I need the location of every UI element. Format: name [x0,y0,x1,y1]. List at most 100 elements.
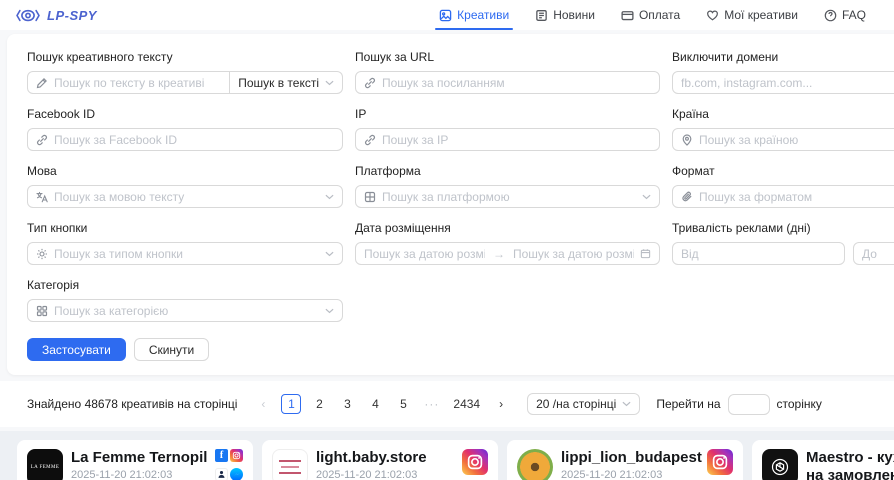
field-label: Facebook ID [27,107,343,121]
filter-date-range: Дата розміщення → [355,221,660,265]
goto-page: Перейти на сторінку [656,394,822,415]
filters-panel: Пошук креативного тексту Пошук в тексті … [7,34,894,375]
field-label: Країна [672,107,894,121]
country-search-input[interactable] [699,133,894,147]
duration-to-input[interactable] [862,247,894,261]
goto-page-input[interactable] [728,394,770,415]
creative-title: light.baby.store [316,449,454,467]
page-button-1[interactable]: 1 [281,394,301,414]
duration-from-input[interactable] [681,247,836,261]
format-select-input[interactable] [699,190,894,204]
pagination-ellipsis[interactable]: ··· [421,394,442,414]
button-type-select-input[interactable] [54,247,319,261]
instagram-icon [707,449,733,475]
facebook-icon: f [215,449,228,462]
chevron-down-icon [622,401,631,407]
nav-tab-faq[interactable]: FAQ [824,0,866,30]
question-circle-icon [824,9,837,22]
app-header: LP-SPY Креативи Новини [0,0,894,30]
language-select-input[interactable] [54,190,319,204]
category-grid-icon [36,305,48,317]
filter-language: Мова [27,164,343,208]
audience-network-icon [215,468,228,480]
page-button-5[interactable]: 5 [393,394,413,414]
date-to-input[interactable] [513,247,634,261]
eye-logo-icon [15,7,41,24]
next-page-button[interactable]: › [491,394,511,414]
apply-button[interactable]: Застосувати [27,338,126,361]
link-icon [364,134,376,146]
creative-date: 2025-11-20 21:02:03 [71,469,207,480]
avatar: LA FEMME [27,449,63,480]
results-summary: Знайдено 48678 креативів на сторінці [27,397,237,411]
creative-card[interactable]: Maestro - кухні, меблі на замовлення в У… [752,440,894,480]
page-size-select[interactable]: 20 /на сторінці [527,393,640,415]
field-label: Пошук за URL [355,50,660,64]
nav-tab-label: FAQ [842,8,866,22]
brand-logo[interactable]: LP-SPY [15,7,97,24]
avatar [517,449,553,480]
creative-date: 2025-11-20 21:02:03 [561,469,699,480]
chevron-down-icon [325,251,334,257]
creative-title: lippi_lion_budapest [561,449,699,467]
text-search-mode-select[interactable]: Пошук в тексті [230,71,343,94]
messenger-icon [230,468,243,480]
last-page-button[interactable]: 2434 [450,394,483,414]
creative-card[interactable]: LA FEMME La Femme Ternopil 2025-11-20 21… [17,440,253,480]
field-label: Виключити домени [672,50,894,64]
facebook-id-input[interactable] [54,133,334,147]
platform-select-input[interactable] [382,190,636,204]
platform-icons: f [215,449,243,480]
filter-facebook-id: Facebook ID [27,107,343,151]
page-button-4[interactable]: 4 [365,394,385,414]
creative-text-input[interactable] [54,76,221,90]
page-button-3[interactable]: 3 [337,394,357,414]
url-search-input[interactable] [382,76,651,90]
paperclip-icon [681,191,693,203]
nav-tab-payment[interactable]: Оплата [621,0,680,30]
nav-tab-label: Оплата [639,8,680,22]
filter-url: Пошук за URL [355,50,660,94]
arrow-right-icon: → [491,247,507,261]
link-icon [364,77,376,89]
category-select-input[interactable] [54,304,319,318]
filter-duration: Тривалість реклами (дні) [672,221,894,265]
exclude-domains-input[interactable] [681,76,894,90]
creative-card[interactable]: lippi_lion_budapest 2025-11-20 21:02:03 … [507,440,743,480]
nav-tab-my-creatives[interactable]: Мої креативи [706,0,798,30]
location-pin-icon [681,134,693,146]
field-label: Платформа [355,164,660,178]
image-icon [439,9,452,22]
news-icon [535,9,548,22]
pencil-icon [36,77,48,89]
filter-category: Категорія [27,278,343,322]
nav-tab-label: Креативи [457,8,509,22]
page-button-2[interactable]: 2 [309,394,329,414]
chevron-down-icon [325,308,334,314]
nav-tab-news[interactable]: Новини [535,0,595,30]
field-label: Пошук креативного тексту [27,50,343,64]
field-label: Мова [27,164,343,178]
avatar [272,449,308,480]
date-from-input[interactable] [364,247,485,261]
nav-tab-label: Новини [553,8,595,22]
field-label: Дата розміщення [355,221,660,235]
nav-tab-creatives[interactable]: Креативи [439,0,509,30]
filter-platform: Платформа [355,164,660,208]
creative-date: 2025-11-20 21:02:03 [316,469,454,480]
pagination: ‹ 1 2 3 4 5 ··· 2434 › [253,394,511,414]
date-range-picker[interactable]: → [355,242,660,265]
results-bar: Знайдено 48678 креативів на сторінці ‹ 1… [0,381,894,427]
avatar [762,449,798,480]
creative-card[interactable]: light.baby.store 2025-11-20 21:02:03 3 d… [262,440,498,480]
instagram-icon [230,449,243,462]
prev-page-button[interactable]: ‹ [253,394,273,414]
filter-exclude-domains: Виключити домени [672,50,894,94]
field-label: Категорія [27,278,343,292]
platform-icons [707,449,733,480]
reset-button[interactable]: Скинути [134,338,209,361]
gear-icon [36,248,48,260]
ip-search-input[interactable] [382,133,651,147]
translate-icon [36,191,48,203]
chevron-down-icon [325,194,334,200]
